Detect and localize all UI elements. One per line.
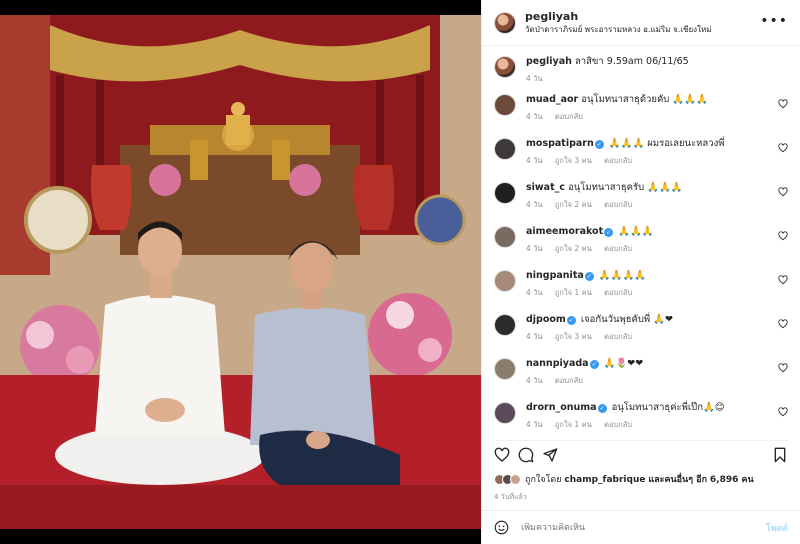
comment-text: เจอกันวันพุธคับพี่ 🙏❤ [580, 314, 673, 325]
comment-time: 4 วัน [526, 112, 543, 121]
heart-icon[interactable] [494, 447, 510, 463]
comment-icon[interactable] [518, 447, 534, 463]
avatar[interactable] [494, 11, 516, 34]
avatar[interactable] [494, 182, 516, 204]
post-age: 4 วันที่แล้ว [494, 493, 527, 501]
comment-time: 4 วัน [526, 420, 543, 429]
comment-heart-icon[interactable] [778, 99, 788, 109]
comment-row: ningpanita ✓ 🙏🙏🙏🙏 4 วัน ถูกใจ 1 คน ตอบกลั… [494, 269, 788, 313]
comment-username[interactable]: mospatiparn [526, 138, 594, 149]
post-location[interactable]: วัดป่าดาราภิรมย์ พระอารามหลวง อ.แม่ริม จ… [525, 23, 711, 36]
comment-username[interactable]: muad_aor [526, 94, 578, 105]
emoji-icon[interactable] [494, 520, 509, 535]
comment-likes[interactable]: ถูกใจ 2 คน [555, 200, 592, 209]
reply-button[interactable]: ตอบกลับ [604, 200, 632, 209]
caption: pegliyah ลาสิขา 9.59am 06/11/65 4 วัน [494, 55, 788, 93]
verified-badge-icon: ✓ [597, 404, 607, 413]
comment-row: djpoom ✓ เจอกันวันพุธคับพี่ 🙏❤ 4 วัน ถูกใ… [494, 313, 788, 357]
reply-button[interactable]: ตอบกลับ [555, 112, 583, 121]
avatar[interactable] [494, 314, 516, 336]
reply-button[interactable]: ตอบกลับ [555, 376, 583, 385]
avatar[interactable] [494, 402, 516, 424]
comment-heart-icon[interactable] [778, 407, 788, 417]
bookmark-icon[interactable] [772, 447, 788, 463]
comment-list: pegliyah ลาสิขา 9.59am 06/11/65 4 วัน mu… [482, 47, 800, 433]
comment-time: 4 วัน [526, 288, 543, 297]
comment-time: 4 วัน [526, 74, 543, 83]
comment-text: 🙏🌷❤❤ [603, 358, 644, 369]
verified-badge-icon: ✓ [594, 140, 604, 149]
comment-input[interactable] [521, 522, 766, 533]
likes-user[interactable]: champ_fabrique [564, 475, 645, 485]
verified-badge-icon: ✓ [566, 316, 576, 325]
comment-text: อนุโมทนาสาธุด้วยคับ 🙏🙏🙏 [581, 94, 708, 105]
comment-likes[interactable]: ถูกใจ 3 คน [555, 332, 592, 341]
comment-heart-icon[interactable] [778, 143, 788, 153]
more-icon[interactable]: ••• [760, 13, 788, 29]
comment-row: aimeemorakot ✓ 🙏🙏🙏 4 วัน ถูกใจ 2 คน ตอบกล… [494, 225, 788, 269]
likes-summary: ถูกใจโดย champ_fabrique และคนอื่นๆ อีก 6… [494, 472, 788, 486]
avatar[interactable] [494, 226, 516, 248]
post-image [0, 15, 481, 529]
comment-row: drorn_onuma ✓ อนุโมทนาสาธุค่ะพี่เป๊ก🙏😊 4 … [494, 401, 788, 433]
post-button[interactable]: โพสต์ [766, 521, 788, 535]
action-bar [494, 440, 788, 464]
comment-username[interactable]: aimeemorakot [526, 226, 603, 237]
likes-middle[interactable]: และคนอื่นๆ อีก [648, 475, 707, 485]
comment-username[interactable]: nannpiyada [526, 358, 589, 369]
comment-time: 4 วัน [526, 244, 543, 253]
comment-username[interactable]: djpoom [526, 314, 566, 325]
likes-prefix: ถูกใจโดย [525, 475, 562, 485]
avatar[interactable] [494, 358, 516, 380]
comment-likes[interactable]: ถูกใจ 3 คน [555, 156, 592, 165]
comment-heart-icon[interactable] [778, 275, 788, 285]
comment-likes[interactable]: ถูกใจ 1 คน [555, 420, 592, 429]
avatar[interactable] [494, 138, 516, 160]
comment-time: 4 วัน [526, 156, 543, 165]
comment-time: 4 วัน [526, 332, 543, 341]
post-username[interactable]: pegliyah [525, 10, 711, 23]
comment-text: 🙏🙏🙏🙏 [598, 270, 647, 281]
post-photo[interactable] [0, 0, 481, 544]
post-modal: pegliyah วัดป่าดาราภิรมย์ พระอารามหลวง อ… [0, 0, 800, 544]
comment-time: 4 วัน [526, 200, 543, 209]
avatar[interactable] [494, 94, 516, 116]
avatar [510, 473, 521, 485]
reply-button[interactable]: ตอบกลับ [604, 156, 632, 165]
verified-badge-icon: ✓ [589, 360, 599, 369]
reply-button[interactable]: ตอบกลับ [604, 420, 632, 429]
caption-text: ลาสิขา 9.59am 06/11/65 [574, 56, 689, 67]
avatar[interactable] [494, 270, 516, 292]
comment-text: 🙏🙏🙏 ผมรอเลยนะหลวงพี่ [608, 138, 725, 149]
comment-heart-icon[interactable] [778, 187, 788, 197]
likes-count[interactable]: 6,896 คน [710, 475, 754, 485]
comment-likes[interactable]: ถูกใจ 2 คน [555, 244, 592, 253]
post-header: pegliyah วัดป่าดาราภิรมย์ พระอารามหลวง อ… [482, 0, 800, 46]
comment-text: อนุโมทนาสาธุค่ะพี่เป๊ก🙏😊 [611, 402, 725, 413]
comments-panel: pegliyah วัดป่าดาราภิรมย์ พระอารามหลวง อ… [481, 0, 800, 544]
reply-button[interactable]: ตอบกลับ [604, 288, 632, 297]
comment-text: อนุโมทนาสาธุครับ 🙏🙏🙏 [568, 182, 683, 193]
comment-row: siwat_c อนุโมทนาสาธุครับ 🙏🙏🙏 4 วัน ถูกใจ… [494, 181, 788, 225]
comment-time: 4 วัน [526, 376, 543, 385]
comment-row: mospatiparn ✓ 🙏🙏🙏 ผมรอเลยนะหลวงพี่ 4 วัน … [494, 137, 788, 181]
comment-username[interactable]: siwat_c [526, 182, 565, 193]
add-comment-bar: โพสต์ [482, 510, 800, 544]
reply-button[interactable]: ตอบกลับ [604, 332, 632, 341]
comment-heart-icon[interactable] [778, 363, 788, 373]
reply-button[interactable]: ตอบกลับ [604, 244, 632, 253]
comment-row: nannpiyada ✓ 🙏🌷❤❤ 4 วัน ตอบกลับ [494, 357, 788, 401]
comment-heart-icon[interactable] [778, 231, 788, 241]
comment-heart-icon[interactable] [778, 319, 788, 329]
comment-username[interactable]: drorn_onuma [526, 402, 597, 413]
verified-badge-icon: ✓ [604, 228, 614, 237]
share-icon[interactable] [542, 447, 558, 463]
comment-row: muad_aor อนุโมทนาสาธุด้วยคับ 🙏🙏🙏 4 วัน ต… [494, 93, 788, 137]
comment-username[interactable]: ningpanita [526, 270, 584, 281]
avatar[interactable] [494, 56, 516, 78]
comment-likes[interactable]: ถูกใจ 1 คน [555, 288, 592, 297]
verified-badge-icon: ✓ [584, 272, 594, 281]
comment-text: 🙏🙏🙏 [618, 226, 654, 237]
comment-username[interactable]: pegliyah [526, 56, 572, 67]
